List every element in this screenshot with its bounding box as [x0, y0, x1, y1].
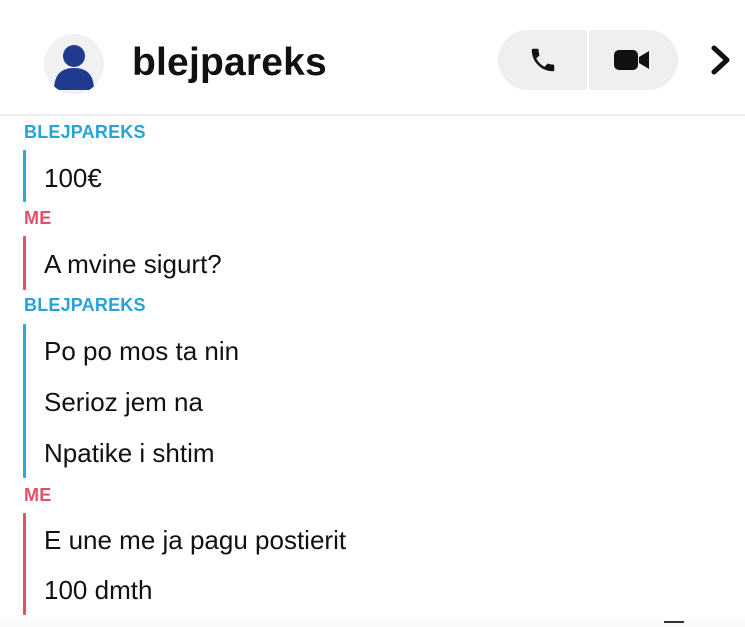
call-controls [498, 30, 678, 90]
bottom-edge [0, 620, 745, 627]
sender-label: BLEJPAREKS [24, 295, 146, 315]
sender-label: BLEJPAREKS [24, 122, 146, 142]
sender-label: ME [24, 208, 52, 228]
chat-message[interactable]: A mvine sigurt? [44, 248, 222, 280]
avatar[interactable] [44, 34, 104, 94]
message-group-bar [23, 513, 26, 615]
contact-name[interactable]: blejpareks [132, 40, 327, 86]
video-call-button[interactable] [589, 30, 678, 90]
chevron-right-icon [711, 45, 730, 75]
message-group-bar [23, 236, 26, 290]
chat-header: blejpareks [0, 0, 745, 116]
message-group-bar [23, 150, 26, 202]
sender-label: ME [24, 485, 52, 505]
user-silhouette-icon [54, 45, 94, 90]
phone-icon [531, 48, 555, 72]
bottom-marker [664, 621, 684, 623]
chat-message[interactable]: 100 dmth [44, 574, 152, 606]
voice-call-button[interactable] [498, 30, 587, 90]
chat-message[interactable]: Po po mos ta nin [44, 335, 239, 367]
more-button[interactable] [706, 40, 736, 80]
chat-message[interactable]: Serioz jem na [44, 386, 203, 418]
video-camera-icon [614, 50, 649, 70]
chat-message[interactable]: E une me ja pagu postierit [44, 524, 346, 556]
chat-message[interactable]: 100€ [44, 162, 102, 194]
header-divider [0, 114, 745, 116]
message-group-bar [23, 324, 26, 478]
chat-message[interactable]: Npatike i shtim [44, 437, 215, 469]
